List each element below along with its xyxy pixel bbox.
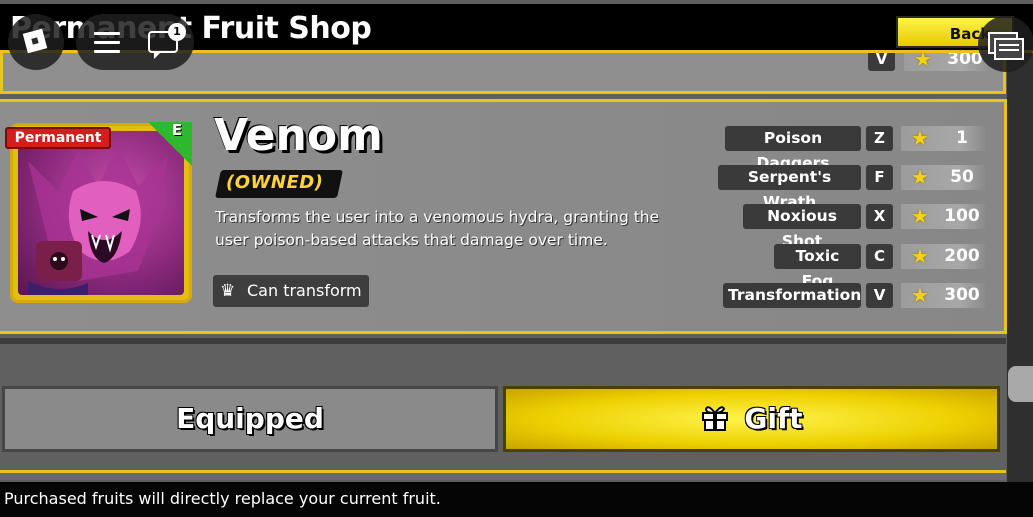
move-key: C <box>866 244 893 269</box>
move-cost: ★ 300 <box>901 283 985 308</box>
permanent-badge: Permanent <box>5 127 111 149</box>
move-key: V <box>866 283 893 308</box>
scrollbar-thumb[interactable] <box>1008 366 1033 402</box>
can-transform-label: Can transform <box>247 281 362 300</box>
star-icon: ★ <box>911 283 929 307</box>
move-cost-value: 50 <box>950 167 974 187</box>
rarity-badge <box>148 122 192 166</box>
gift-label: Gift <box>744 402 803 435</box>
fruit-name: Venom <box>214 110 383 161</box>
move-key: Z <box>866 126 893 151</box>
move-key: F <box>866 165 893 190</box>
move-cost: ★ 1 <box>901 126 985 151</box>
owned-status: (OWNED) <box>226 172 324 193</box>
move-name: Serpent's Wrath <box>718 165 861 211</box>
can-transform-tag: ♛ Can transform <box>213 275 369 307</box>
footer-notice: Purchased fruits will directly replace y… <box>4 489 441 508</box>
move-name: Toxic Fog <box>774 244 861 290</box>
star-icon: ★ <box>911 165 929 189</box>
transform-icon: ♛ <box>220 281 236 301</box>
move-cost-value: 100 <box>944 206 980 226</box>
move-cost-value: 200 <box>944 246 980 266</box>
rarity-letter: E <box>172 121 183 139</box>
move-cost: ★ 200 <box>901 244 985 269</box>
equipped-button[interactable]: Equipped <box>2 386 498 452</box>
scrollbar-track[interactable] <box>1007 48 1033 482</box>
footer-bar: Purchased fruits will directly replace y… <box>0 482 1033 517</box>
hamburger-menu-icon[interactable] <box>94 32 120 53</box>
gift-icon <box>702 406 729 431</box>
roblox-windows-button[interactable] <box>978 16 1033 72</box>
move-name: Transformation <box>723 283 861 308</box>
next-card-edge <box>0 470 1006 480</box>
roblox-toolbar: 1 <box>76 14 194 70</box>
move-cost: ★ 100 <box>901 204 985 229</box>
move-name: Noxious Shot <box>743 204 861 250</box>
roblox-logo-icon <box>22 28 48 54</box>
move-key: X <box>866 204 893 229</box>
move-name: Poison Daggers <box>725 126 861 172</box>
chat-notification-badge: 1 <box>168 23 186 41</box>
roblox-menu-button[interactable] <box>8 14 64 70</box>
move-cost-value: 300 <box>944 285 980 305</box>
star-icon: ★ <box>911 204 929 228</box>
star-icon: ★ <box>911 126 929 150</box>
move-cost-value: 1 <box>956 128 968 148</box>
move-cost: ★ 50 <box>901 165 985 190</box>
gift-button[interactable]: Gift <box>503 386 1000 452</box>
star-icon: ★ <box>911 244 929 268</box>
fruit-description: Transforms the user into a venomous hydr… <box>215 208 660 249</box>
